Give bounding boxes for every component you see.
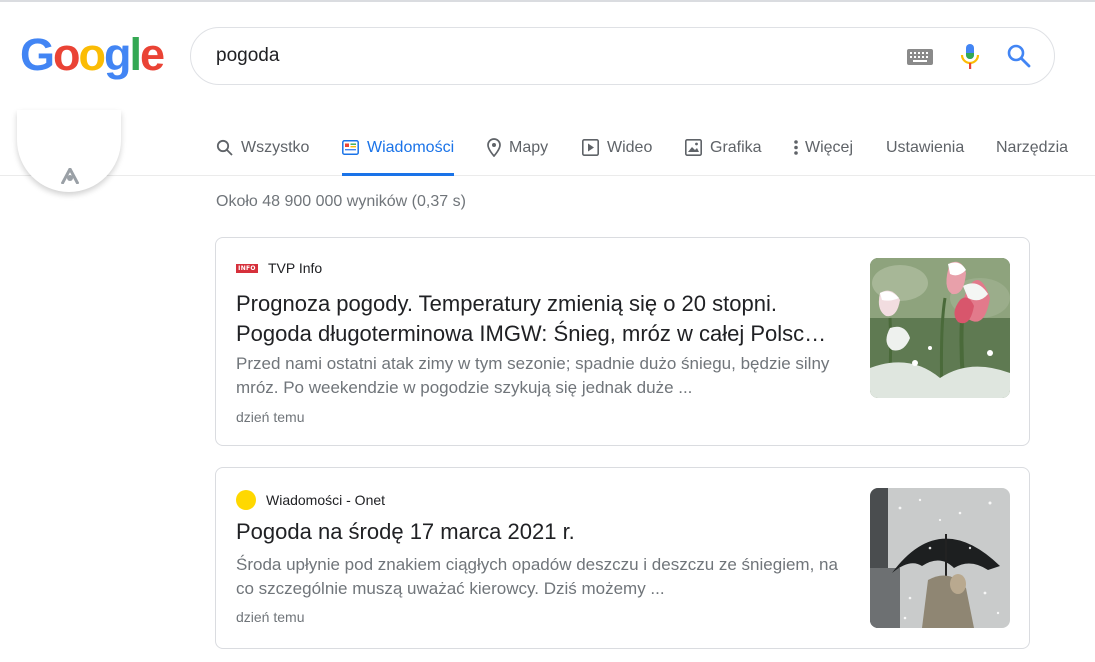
tab-more[interactable]: Więcej: [793, 120, 853, 175]
tab-maps[interactable]: Mapy: [487, 120, 548, 175]
result-snippet: Przed nami ostatni atak zimy w tym sezon…: [236, 354, 830, 397]
tab-label: Narzędzia: [996, 138, 1069, 156]
logo-letter: o: [53, 29, 80, 80]
tvp-info-logo: INFO: [236, 263, 258, 273]
source-name: Wiadomości - Onet: [266, 492, 386, 508]
result-source: INFO TVP Info: [236, 260, 322, 276]
title-line: Pogoda długoterminowa IMGW: Śnieg, mróz …: [236, 321, 827, 346]
video-icon: [582, 139, 599, 156]
logo-letter: g: [104, 29, 131, 80]
tab-label: Wideo: [607, 138, 653, 156]
title-line: Prognoza pogody. Temperatury zmienią się…: [236, 291, 777, 316]
doodle-button[interactable]: [17, 110, 121, 192]
search-box: [190, 27, 1055, 85]
news-result-card[interactable]: Wiadomości - Onet Pogoda na środę 17 mar…: [215, 467, 1030, 649]
tab-all[interactable]: Wszystko: [216, 120, 309, 175]
tab-settings[interactable]: Ustawienia: [886, 120, 964, 175]
result-snippet: Środa upłynie pod znakiem ciągłych opadó…: [236, 555, 838, 598]
logo-letter: e: [140, 29, 165, 80]
source-name: TVP Info: [268, 260, 323, 276]
logo-letter: l: [129, 29, 142, 80]
tab-label: Mapy: [509, 138, 549, 156]
snowy-tulips-image[interactable]: [870, 258, 1010, 398]
onet-logo: [236, 490, 256, 510]
news-icon: [342, 140, 359, 155]
more-vert-icon: [794, 140, 798, 155]
doodle-logo-icon: [61, 168, 79, 184]
logo-letter: o: [78, 29, 106, 80]
google-logo[interactable]: Google: [20, 29, 165, 80]
result-time: dzień temu: [236, 409, 305, 425]
result-title[interactable]: Prognoza pogody. Temperatury zmienią się…: [236, 289, 848, 349]
map-pin-icon: [487, 138, 501, 157]
tab-images[interactable]: Grafika: [685, 120, 762, 175]
tab-label: Grafika: [710, 138, 762, 156]
title-line: Pogoda na środę 17 marca 2021 r.: [236, 519, 575, 544]
top-divider: [0, 0, 1095, 2]
result-source: Wiadomości - Onet: [236, 490, 385, 510]
search-icon[interactable]: [1006, 43, 1032, 69]
tab-tools[interactable]: Narzędzia: [996, 120, 1068, 175]
tab-label: Wszystko: [241, 138, 310, 156]
result-time: dzień temu: [236, 609, 305, 625]
keyboard-icon[interactable]: [907, 49, 933, 65]
tab-news[interactable]: Wiadomości: [342, 120, 455, 176]
umbrella-in-snow-image[interactable]: [870, 488, 1010, 628]
image-icon: [685, 139, 702, 156]
tab-label: Więcej: [805, 138, 854, 156]
search-tabs: Wszystko Wiadomości Mapy Wideo Grafika W…: [0, 120, 1095, 176]
result-title[interactable]: Pogoda na środę 17 marca 2021 r.: [236, 517, 848, 547]
microphone-icon[interactable]: [960, 43, 980, 71]
search-icon: [216, 139, 233, 156]
logo-letter: G: [20, 29, 55, 80]
search-input[interactable]: [216, 42, 876, 70]
news-result-card[interactable]: INFO TVP Info Prognoza pogody. Temperatu…: [215, 237, 1030, 446]
result-stats: Około 48 900 000 wyników (0,37 s): [216, 193, 466, 210]
tab-video[interactable]: Wideo: [582, 120, 652, 175]
tab-label: Ustawienia: [886, 138, 965, 156]
tab-label: Wiadomości: [367, 138, 455, 156]
